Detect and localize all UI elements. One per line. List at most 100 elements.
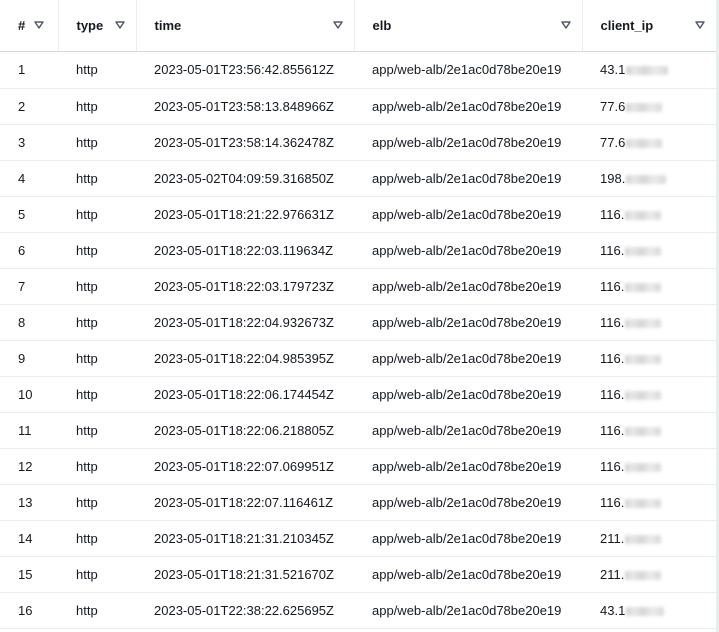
redacted-ip-blur (625, 246, 662, 256)
cell-index: 5 (0, 196, 58, 233)
cell-client-ip: 116. (582, 304, 716, 341)
client-ip-prefix: 43.1 (600, 602, 626, 618)
column-header-time[interactable]: time (136, 0, 355, 52)
client-ip-prefix: 116. (600, 206, 625, 222)
cell-elb: app/web-alb/2e1ac0d78be20e19 (354, 592, 582, 629)
column-header-label: client_ip (600, 17, 654, 33)
client-ip-prefix: 116. (600, 314, 625, 330)
cell-elb: app/web-alb/2e1ac0d78be20e19 (354, 520, 582, 557)
table-row[interactable]: 14 http 2023-05-01T18:21:31.210345Z app/web… (0, 520, 716, 557)
client-ip-prefix: 77.6 (600, 134, 626, 150)
table-row[interactable]: 11 http 2023-05-01T18:22:06.218805Z app/web… (0, 412, 716, 449)
cell-time: 2023-05-01T18:22:06.218805Z (136, 412, 354, 449)
redacted-ip-blur (625, 534, 662, 544)
cell-type: http (58, 232, 136, 269)
sort-triangle-down-icon[interactable] (332, 19, 344, 31)
cell-time: 2023-05-02T04:09:59.316850Z (136, 160, 354, 197)
client-ip-prefix: 116. (600, 350, 625, 366)
client-ip-prefix: 116. (600, 278, 625, 294)
cell-client-ip: 77.6 (582, 88, 716, 125)
column-header-label: type (76, 17, 104, 33)
table-row[interactable]: 6 http 2023-05-01T18:22:03.119634Z app/web-… (0, 232, 716, 269)
cell-index: 2 (0, 88, 58, 125)
cell-index: 8 (0, 304, 58, 341)
table-row[interactable]: 10 http 2023-05-01T18:22:06.174454Z app/web… (0, 376, 716, 413)
cell-client-ip: 116. (582, 340, 716, 377)
table-row[interactable]: 13 http 2023-05-01T18:22:07.116461Z app/web… (0, 484, 716, 521)
cell-time: 2023-05-01T23:56:42.855612Z (136, 51, 354, 89)
cell-type: http (58, 412, 136, 449)
sort-triangle-down-icon[interactable] (114, 19, 126, 31)
redacted-ip-blur (626, 174, 667, 184)
table-row[interactable]: 4 http 2023-05-02T04:09:59.316850Z app/web-… (0, 160, 716, 197)
cell-type: http (58, 51, 136, 89)
client-ip-prefix: 116. (600, 458, 625, 474)
column-header-client-ip[interactable]: client_ip (582, 0, 716, 52)
table-row[interactable]: 12 http 2023-05-01T18:22:07.069951Z app/web… (0, 448, 716, 485)
cell-index: 13 (0, 484, 58, 521)
cell-client-ip: 116. (582, 376, 716, 413)
cell-type: http (58, 448, 136, 485)
sort-triangle-down-icon[interactable] (33, 19, 45, 31)
cell-time: 2023-05-01T18:22:03.179723Z (136, 268, 354, 305)
table-row[interactable]: 9 http 2023-05-01T18:22:04.985395Z app/web-… (0, 340, 716, 377)
cell-elb: app/web-alb/2e1ac0d78be20e19 (354, 51, 582, 89)
cell-type: http (58, 592, 136, 629)
cell-type: http (58, 160, 136, 197)
cell-elb: app/web-alb/2e1ac0d78be20e19 (354, 196, 582, 233)
column-header-label: elb (372, 17, 392, 33)
cell-time: 2023-05-01T23:58:14.362478Z (136, 124, 354, 161)
sort-triangle-down-icon[interactable] (694, 19, 706, 31)
cell-time: 2023-05-01T18:22:07.069951Z (136, 448, 354, 485)
table-header: # type time elb client_ip (0, 0, 716, 52)
redacted-ip-blur (625, 210, 662, 220)
redacted-ip-blur (625, 282, 662, 292)
cell-client-ip: 198. (582, 160, 716, 197)
cell-index: 7 (0, 268, 58, 305)
redacted-ip-blur (625, 498, 662, 508)
cell-time: 2023-05-01T18:21:31.210345Z (136, 520, 354, 557)
cell-client-ip: 116. (582, 484, 716, 521)
table-row[interactable]: 2 http 2023-05-01T23:58:13.848966Z app/web-… (0, 88, 716, 125)
cell-elb: app/web-alb/2e1ac0d78be20e19 (354, 232, 582, 269)
cell-client-ip: 116. (582, 196, 716, 233)
sort-triangle-down-icon[interactable] (560, 19, 572, 31)
column-header-type[interactable]: type (58, 0, 137, 52)
cell-client-ip: 43.1 (582, 592, 716, 629)
table-row[interactable]: 1 http 2023-05-01T23:56:42.855612Z app/web-… (0, 51, 716, 89)
cell-time: 2023-05-01T18:22:06.174454Z (136, 376, 354, 413)
client-ip-prefix: 116. (600, 494, 625, 510)
redacted-ip-blur (625, 354, 662, 364)
table-row[interactable]: 5 http 2023-05-01T18:21:22.976631Z app/web-… (0, 196, 716, 233)
column-header-label: # (18, 17, 26, 33)
client-ip-prefix: 43.1 (600, 62, 626, 77)
client-ip-prefix: 198. (600, 170, 626, 186)
header-row: # type time elb client_ip (0, 0, 716, 52)
cell-type: http (58, 268, 136, 305)
client-ip-prefix: 211. (600, 530, 625, 546)
cell-client-ip: 43.1 (582, 51, 716, 89)
column-header-index[interactable]: # (0, 0, 59, 52)
table-row[interactable]: 3 http 2023-05-01T23:58:14.362478Z app/web-… (0, 124, 716, 161)
cell-client-ip: 211. (582, 556, 716, 593)
cell-index: 11 (0, 412, 58, 449)
column-header-elb[interactable]: elb (354, 0, 583, 52)
cell-client-ip: 211. (582, 520, 716, 557)
cell-elb: app/web-alb/2e1ac0d78be20e19 (354, 448, 582, 485)
table-row[interactable]: 8 http 2023-05-01T18:22:04.932673Z app/web-… (0, 304, 716, 341)
cell-index: 16 (0, 592, 58, 629)
cell-elb: app/web-alb/2e1ac0d78be20e19 (354, 160, 582, 197)
cell-elb: app/web-alb/2e1ac0d78be20e19 (354, 124, 582, 161)
redacted-ip-blur (625, 426, 662, 436)
cell-client-ip: 116. (582, 448, 716, 485)
cell-time: 2023-05-01T18:22:03.119634Z (136, 232, 354, 269)
table-row[interactable]: 16 http 2023-05-01T22:38:22.625695Z app/web… (0, 592, 716, 629)
cell-type: http (58, 484, 136, 521)
cell-elb: app/web-alb/2e1ac0d78be20e19 (354, 88, 582, 125)
cell-time: 2023-05-01T18:22:04.932673Z (136, 304, 354, 341)
cell-client-ip: 116. (582, 232, 716, 269)
table-row[interactable]: 7 http 2023-05-01T18:22:03.179723Z app/web-… (0, 268, 716, 305)
client-ip-prefix: 211. (600, 566, 625, 582)
table-row[interactable]: 15 http 2023-05-01T18:21:31.521670Z app/web… (0, 556, 716, 593)
cell-index: 6 (0, 232, 58, 269)
